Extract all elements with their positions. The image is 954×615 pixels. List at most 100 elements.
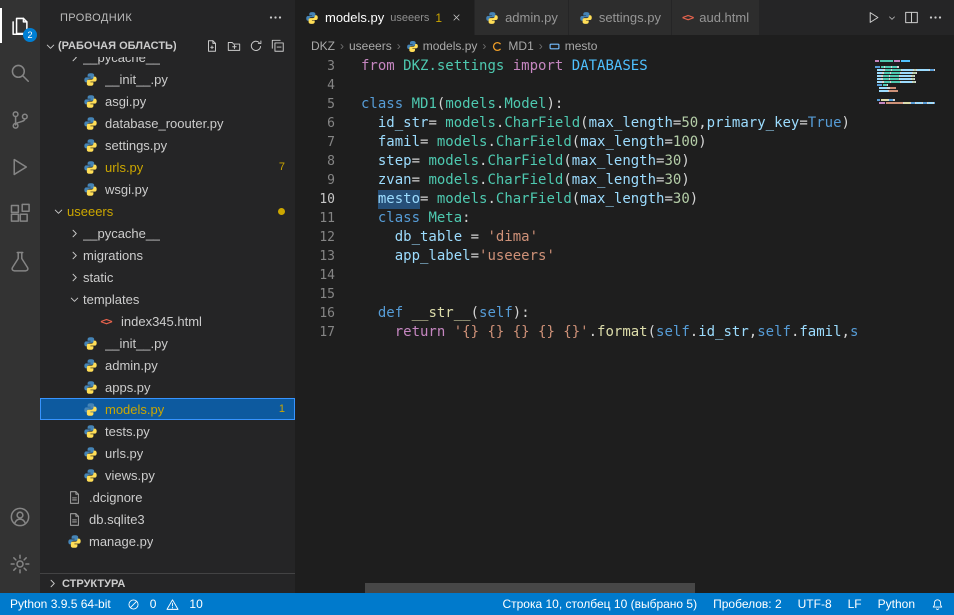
language-mode[interactable]: Python xyxy=(878,597,915,611)
code-line-17[interactable]: 17 return '{} {} {} {} {}'.format(self.i… xyxy=(295,323,954,342)
code-line-14[interactable]: 14 xyxy=(295,266,954,285)
extensions-activity-button[interactable] xyxy=(0,190,40,237)
tree-item-admin.py[interactable]: admin.py xyxy=(40,354,295,376)
tab-settings.py[interactable]: settings.py xyxy=(569,0,672,35)
code-line-8[interactable]: 8 step= models.CharField(max_length=30) xyxy=(295,152,954,171)
chevron-down-icon xyxy=(42,38,58,54)
new-folder-icon xyxy=(227,39,241,53)
tab-aud.html[interactable]: <>aud.html xyxy=(672,0,760,35)
minimap[interactable] xyxy=(875,57,945,105)
breadcrumb-mesto[interactable]: mesto xyxy=(548,39,598,53)
breadcrumb-DKZ[interactable]: DKZ xyxy=(311,39,335,53)
status-label: Строка 10, столбец 10 (выбрано 5) xyxy=(502,597,697,611)
code-token: ( xyxy=(648,323,656,342)
breadcrumb-models.py[interactable]: models.py xyxy=(406,39,478,53)
source-control-activity-button[interactable] xyxy=(0,96,40,143)
tab-models.py[interactable]: models.pyuseeers1 xyxy=(295,0,475,35)
indentation-setting[interactable]: Пробелов: 2 xyxy=(713,597,782,611)
tree-item-static[interactable]: static xyxy=(40,266,295,288)
code-line-9[interactable]: 9 zvan= models.CharField(max_length=30) xyxy=(295,171,954,190)
tree-item-__init__.py[interactable]: __init__.py xyxy=(40,68,295,90)
code-token: : xyxy=(462,209,470,228)
breadcrumb-useeers[interactable]: useeers xyxy=(349,39,392,53)
tree-item-urls.py[interactable]: urls.py xyxy=(40,442,295,464)
code-token: models xyxy=(428,171,479,190)
code-token: max_length xyxy=(572,171,656,190)
tree-item-.dcignore[interactable]: .dcignore xyxy=(40,486,295,508)
tree-item-db.sqlite3[interactable]: db.sqlite3 xyxy=(40,508,295,530)
tab-label: admin.py xyxy=(505,10,558,25)
problems-indicator[interactable]: 010 xyxy=(127,597,209,611)
settings-gear-activity-button[interactable] xyxy=(0,540,40,587)
files-activity-button[interactable]: 2 xyxy=(0,2,40,49)
run-button[interactable] xyxy=(862,6,884,30)
search-activity-button[interactable] xyxy=(0,49,40,96)
code-token: = xyxy=(412,152,429,171)
warnings-icon xyxy=(166,598,179,611)
testing-activity-button[interactable] xyxy=(0,237,40,284)
status-bar: Python 3.9.5 64-bit 010 Строка 10, столбе… xyxy=(0,593,954,615)
code-line-12[interactable]: 12 db_table = 'dima' xyxy=(295,228,954,247)
collapse-all-button[interactable] xyxy=(269,37,287,55)
code-line-4[interactable]: 4 xyxy=(295,76,954,95)
python-interpreter[interactable]: Python 3.9.5 64-bit xyxy=(10,597,111,611)
tree-item-models.py[interactable]: models.py1 xyxy=(40,398,295,420)
tree-item-templates[interactable]: templates xyxy=(40,288,295,310)
tree-item-apps.py[interactable]: apps.py xyxy=(40,376,295,398)
code-line-5[interactable]: 5class MD1(models.Model): xyxy=(295,95,954,114)
eol-setting[interactable]: LF xyxy=(848,597,862,611)
code-token: ( xyxy=(437,95,445,114)
tree-item-manage.py[interactable]: manage.py xyxy=(40,530,295,552)
notifications[interactable] xyxy=(931,598,944,611)
refresh-button[interactable] xyxy=(247,37,265,55)
code-line-16[interactable]: 16 def __str__(self): xyxy=(295,304,954,323)
chevron-down-icon xyxy=(66,291,82,307)
code-line-3[interactable]: 3from DKZ.settings import DATABASES xyxy=(295,57,954,76)
tree-item-__pycache__[interactable]: __pycache__ xyxy=(40,57,295,68)
tree-item-useeers[interactable]: useeers xyxy=(40,200,295,222)
tree-item-urls.py[interactable]: urls.py7 xyxy=(40,156,295,178)
tree-item-label: index345.html xyxy=(121,314,202,329)
minimap-line xyxy=(875,69,945,71)
tree-item-database_roouter.py[interactable]: database_roouter.py xyxy=(40,112,295,134)
code-line-11[interactable]: 11 class Meta: xyxy=(295,209,954,228)
tree-item-label: views.py xyxy=(105,468,155,483)
run-debug-activity-button[interactable] xyxy=(0,143,40,190)
workspace-section-header[interactable]: (РАБОЧАЯ ОБЛАСТЬ) ... xyxy=(40,35,295,57)
code-line-7[interactable]: 7 famil= models.CharField(max_length=100… xyxy=(295,133,954,152)
encoding-setting[interactable]: UTF-8 xyxy=(798,597,832,611)
chevron-down-button[interactable] xyxy=(886,6,898,30)
tree-item-__init__.py[interactable]: __init__.py xyxy=(40,332,295,354)
new-folder-button[interactable] xyxy=(225,37,243,55)
minimap-line xyxy=(875,84,945,86)
code-line-10[interactable]: 10 mesto= models.CharField(max_length=30… xyxy=(295,190,954,209)
sidebar-title-row: ПРОВОДНИК xyxy=(40,0,295,35)
code-line-13[interactable]: 13 app_label='useeers' xyxy=(295,247,954,266)
python-file-icon xyxy=(579,11,593,25)
outline-section-header[interactable]: СТРУКТУРА xyxy=(40,573,295,593)
horizontal-scrollbar[interactable] xyxy=(365,583,695,593)
tree-item-migrations[interactable]: migrations xyxy=(40,244,295,266)
tab-admin.py[interactable]: admin.py xyxy=(475,0,569,35)
status-label: Python xyxy=(878,597,915,611)
account-activity-button[interactable] xyxy=(0,493,40,540)
more-button[interactable] xyxy=(265,8,285,28)
code-editor[interactable]: 3from DKZ.settings import DATABASES45cla… xyxy=(295,57,954,593)
split-editor-button[interactable] xyxy=(900,6,922,30)
tree-item-tests.py[interactable]: tests.py xyxy=(40,420,295,442)
tree-item-views.py[interactable]: views.py xyxy=(40,464,295,486)
tree-item-settings.py[interactable]: settings.py xyxy=(40,134,295,156)
html-file-icon: <> xyxy=(682,11,693,24)
tree-item-asgi.py[interactable]: asgi.py xyxy=(40,90,295,112)
new-file-button[interactable] xyxy=(203,37,221,55)
more-button[interactable] xyxy=(924,6,946,30)
breadcrumb-MD1[interactable]: MD1 xyxy=(491,39,533,53)
tree-item-wsgi.py[interactable]: wsgi.py xyxy=(40,178,295,200)
tree-item-__pycache__[interactable]: __pycache__ xyxy=(40,222,295,244)
tree-item-index345.html[interactable]: <>index345.html xyxy=(40,310,295,332)
code-line-15[interactable]: 15 xyxy=(295,285,954,304)
close-icon[interactable] xyxy=(448,10,464,26)
code-line-6[interactable]: 6 id_str= models.CharField(max_length=50… xyxy=(295,114,954,133)
file-tree: __pycache____init__.pyasgi.pydatabase_ro… xyxy=(40,57,295,573)
cursor-position[interactable]: Строка 10, столбец 10 (выбрано 5) xyxy=(502,597,697,611)
